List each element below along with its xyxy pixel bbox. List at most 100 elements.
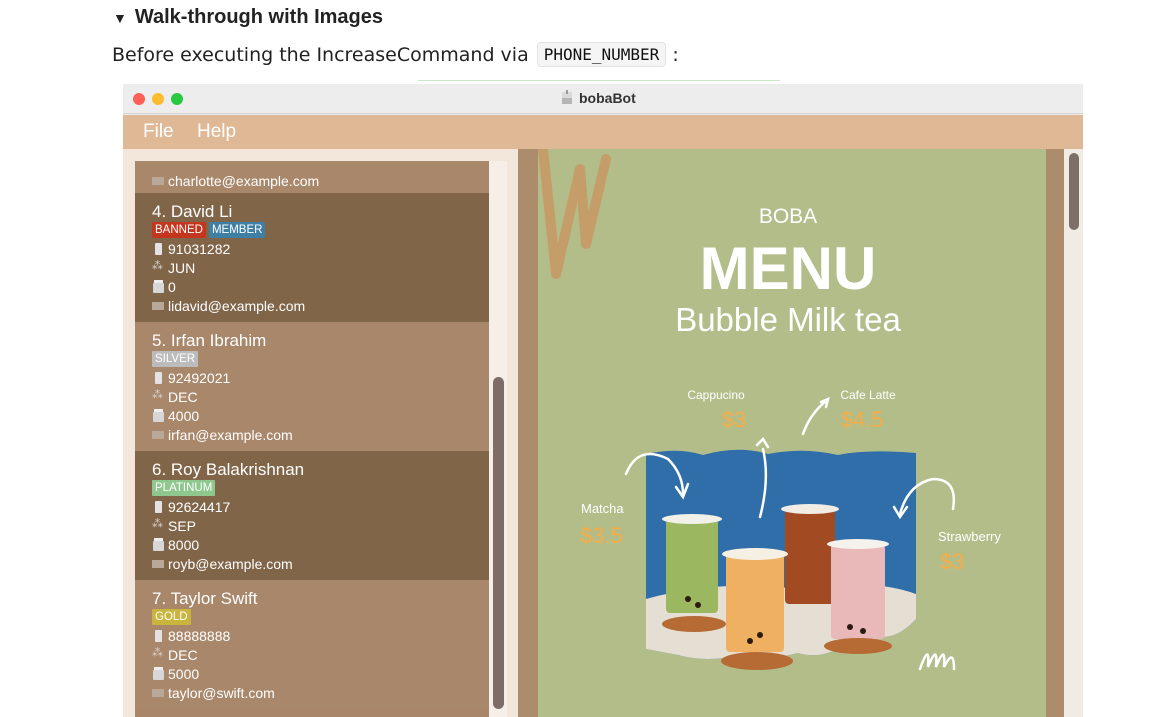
menu-help[interactable]: Help [197,121,236,143]
points-row: 4000 [152,406,491,425]
phone-value: 88888888 [168,627,231,644]
person-name: 4. David Li [152,202,233,221]
gift-icon [152,279,166,294]
walkthrough-summary[interactable]: ▼ Walk-through with Images [113,6,383,29]
image-panel: BOBA MENU Bubble Milk tea Cappucino $3 C… [518,149,1083,717]
points-row: 5000 [152,664,491,683]
boba-menu-image: BOBA MENU Bubble Milk tea Cappucino $3 C… [538,149,1046,717]
phone-value: 92624417 [168,498,231,515]
divider-line [418,80,780,81]
month-row: SEP [152,516,491,535]
item-name-matcha: Matcha [581,501,624,516]
phone-icon [152,242,166,256]
item-price-cappucino: $3 [722,407,746,432]
phone-row: 91031282 [152,239,491,258]
month-row: JUN [152,258,491,277]
tag-list: PLATINUM [152,480,491,497]
person-card[interactable]: 12345 charlotte@example.com [135,161,491,197]
calendar-icon [152,517,166,533]
minimize-window-button[interactable] [152,93,164,105]
phone-icon [152,629,166,643]
person-name: 6. Roy Balakrishnan [152,460,305,479]
item-name-cappucino: Cappucino [687,388,745,402]
calendar-icon [152,259,166,275]
intro-line: Before executing the IncreaseCommand via… [112,42,679,67]
menu-subheading: Bubble Milk tea [675,301,901,338]
email-row: irfan@example.com [152,425,491,444]
item-name-strawberry: Strawberry [938,529,1001,544]
tag-list: SILVER [152,351,491,368]
month-row: DEC [152,387,491,406]
person-list[interactable]: 12345 charlotte@example.com 4. David Li … [135,161,491,717]
zoom-window-button[interactable] [171,93,183,105]
list-scrollbar-thumb[interactable] [493,377,504,709]
email-icon [152,299,166,313]
email-value: royb@example.com [168,555,293,572]
month-value: SEP [168,517,197,534]
person-name: 5. Irfan Ibrahim [152,331,267,350]
tag-silver: SILVER [152,351,199,367]
email-value: charlotte@example.com [168,172,320,189]
email-icon [152,174,166,188]
points-value: 4000 [168,407,200,424]
title-bar: bobaBot [123,84,1083,114]
email-value: irfan@example.com [168,426,293,443]
window-title: bobaBot [561,90,636,106]
tag-member: MEMBER [208,222,266,238]
phone-row: 88888888 [152,626,491,645]
month-row: DEC [152,645,491,664]
points-row: 0 [152,277,491,296]
menu-bar: File Help [123,115,1083,149]
gift-icon [152,537,166,552]
boba-cup-icon [561,90,573,106]
email-icon [152,686,166,700]
menu-heading: MENU [700,235,877,302]
calendar-icon [152,646,166,662]
person-card[interactable]: 4. David Li BANNED MEMBER 91031282 JUN 0… [135,193,491,322]
item-name-cafe-latte: Cafe Latte [840,388,896,402]
tag-banned: BANNED [152,222,206,238]
gift-icon [152,666,166,681]
email-icon [152,557,166,571]
points-value: 0 [168,278,176,295]
points-row [152,161,491,171]
month-value: DEC [168,646,198,663]
close-window-button[interactable] [133,93,145,105]
person-card[interactable]: 6. Roy Balakrishnan PLATINUM 92624417 SE… [135,451,491,580]
intro-text: Before executing the IncreaseCommand via [112,43,529,66]
menu-file[interactable]: File [143,121,174,143]
email-row: lidavid@example.com [152,296,491,315]
email-icon [152,428,166,442]
person-card[interactable]: 5. Irfan Ibrahim SILVER 92492021 DEC 400… [135,322,491,451]
image-scrollbar-track[interactable] [1064,149,1083,717]
month-value: JUN [168,259,196,276]
item-price-strawberry: $3 [940,549,964,574]
app-window: bobaBot File Help 12345 charlotte@exampl… [123,84,1083,717]
phone-icon [152,371,166,385]
calendar-icon [152,388,166,404]
disclosure-triangle-icon[interactable]: ▼ [113,10,127,26]
email-row: royb@example.com [152,554,491,573]
tag-gold: GOLD [152,609,191,625]
item-price-cafe-latte: $4.5 [841,407,884,432]
menu-kicker: BOBA [759,205,817,228]
person-card[interactable]: 7. Taylor Swift GOLD 88888888 DEC 5000 t… [135,580,491,709]
phone-value: 91031282 [168,240,231,257]
image-scrollbar-thumb[interactable] [1069,153,1079,230]
phone-icon [152,500,166,514]
phone-row: 92624417 [152,497,491,516]
window-title-text: bobaBot [579,90,636,106]
email-row: taylor@swift.com [152,683,491,702]
tag-platinum: PLATINUM [152,480,216,496]
email-value: lidavid@example.com [168,297,306,314]
tag-list: BANNED MEMBER [152,222,491,239]
item-price-matcha: $3.5 [580,523,623,548]
app-body: 12345 charlotte@example.com 4. David Li … [123,149,1083,717]
code-phone-number: PHONE_NUMBER [536,42,667,67]
summary-title: Walk-through with Images [134,6,384,28]
person-name: 7. Taylor Swift [152,589,258,608]
phone-row: 92492021 [152,368,491,387]
email-row: charlotte@example.com [152,171,491,190]
email-value: taylor@swift.com [168,684,275,701]
intro-colon: : [672,43,679,66]
